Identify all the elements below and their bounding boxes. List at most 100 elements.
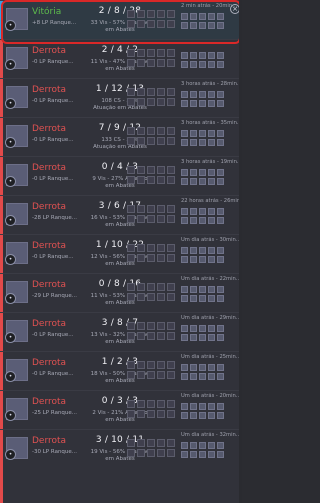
item-slot [157,215,165,223]
match-time: Um dia atrás - 20min... [181,393,239,399]
team-champion-icon [190,256,197,263]
team-champion-icon [199,178,206,185]
item-slot [167,59,175,67]
item-slot [137,254,145,262]
item-slot [167,449,175,457]
team-champion-icon [190,100,197,107]
team-champion-icon [190,412,197,419]
scrollbar[interactable] [239,0,242,503]
team-champion-icon [208,169,215,176]
item-slot [127,400,135,408]
item-slot [147,205,155,213]
item-slot [147,371,155,379]
team-champion-icon [190,295,197,302]
item-slot [157,400,165,408]
team-champion-icon [199,22,206,29]
team-champion-icon [190,451,197,458]
item-slot [167,400,175,408]
item-slot [127,205,135,213]
team-champion-icon [181,334,188,341]
item-slot [137,244,145,252]
team-champion-icon [199,91,206,98]
item-slot [137,137,145,145]
team-champion-icon [217,256,224,263]
match-row[interactable]: • Derrota -0 LP Ranque... 1 / 10 / 22 12… [0,234,242,273]
item-slot [127,244,135,252]
item-slot [137,400,145,408]
team-champion-icon [217,451,224,458]
team-champion-icon [217,208,224,215]
team-champion-icon [199,61,206,68]
lp-change: -29 LP Ranque... [32,293,78,299]
champion-avatar: • [5,281,28,304]
item-build [127,244,179,268]
item-slot [127,176,135,184]
team-icons [181,286,233,306]
item-slot [157,20,165,28]
item-slot [127,10,135,18]
match-row[interactable]: • Derrota -0 LP Ranque... 3 / 8 / 7 13 V… [0,312,242,351]
team-champion-icon [181,286,188,293]
team-champion-icon [181,364,188,371]
item-slot [167,88,175,96]
match-row[interactable]: • Derrota -29 LP Ranque... 0 / 8 / 16 11… [0,273,242,312]
result-bar [0,274,3,312]
level-badge: • [5,371,16,382]
team-champion-icon [199,403,206,410]
item-slot [167,410,175,418]
team-icons [181,13,233,33]
team-champion-icon [181,403,188,410]
match-row[interactable]: • Derrota -0 LP Ranque... 0 / 4 / 3 9 Vi… [0,156,242,195]
match-row[interactable]: • Derrota -28 LP Ranque... 3 / 6 / 17 16… [0,195,242,234]
item-build [127,400,179,424]
item-slot [157,361,165,369]
team-champion-icon [190,208,197,215]
match-row[interactable]: • Vitória +8 LP Ranque... 2 / 8 / 28 33 … [0,0,242,39]
match-row[interactable]: • Derrota -30 LP Ranque... 3 / 10 / 11 1… [0,429,242,503]
team-champion-icon [199,412,206,419]
match-row[interactable]: • Derrota -25 LP Ranque... 0 / 3 / 3 2 V… [0,390,242,429]
team-icons [181,247,233,267]
team-champion-icon [208,403,215,410]
team-champion-icon [208,256,215,263]
match-result: Derrota [32,280,67,290]
item-slot [127,59,135,67]
item-slot [167,332,175,340]
team-champion-icon [199,295,206,302]
team-champion-icon [217,52,224,59]
item-slot [167,127,175,135]
team-icons [181,130,233,150]
match-row[interactable]: • Derrota -0 LP Ranque... 1 / 2 / 3 18 V… [0,351,242,390]
team-champion-icon [217,217,224,224]
team-champion-icon [199,169,206,176]
result-bar [0,352,3,390]
team-champion-icon [199,139,206,146]
team-champion-icon [217,334,224,341]
team-champion-icon [190,169,197,176]
team-champion-icon [190,364,197,371]
item-slot [147,88,155,96]
item-build [127,88,179,112]
match-row[interactable]: • Derrota -0 LP Ranque... 2 / 4 / 2 11 V… [0,39,242,78]
item-slot [147,322,155,330]
item-slot [167,166,175,174]
lp-change: -25 LP Ranque... [32,410,78,416]
team-champion-icon [199,208,206,215]
team-icons [181,208,233,228]
team-champion-icon [181,256,188,263]
match-time: Um dia atrás - 32min... [181,432,239,438]
item-slot [167,20,175,28]
item-slot [127,137,135,145]
item-slot [127,166,135,174]
item-slot [137,293,145,301]
match-row[interactable]: • Derrota -0 LP Ranque... 1 / 12 / 13 10… [0,78,242,117]
team-champion-icon [208,295,215,302]
team-champion-icon [199,325,206,332]
item-slot [127,98,135,106]
match-row[interactable]: • Derrota -0 LP Ranque... 7 / 9 / 12 133… [0,117,242,156]
lp-change: -0 LP Ranque... [32,371,74,377]
team-champion-icon [199,442,206,449]
team-champion-icon [181,13,188,20]
team-champion-icon [181,52,188,59]
team-champion-icon [208,91,215,98]
